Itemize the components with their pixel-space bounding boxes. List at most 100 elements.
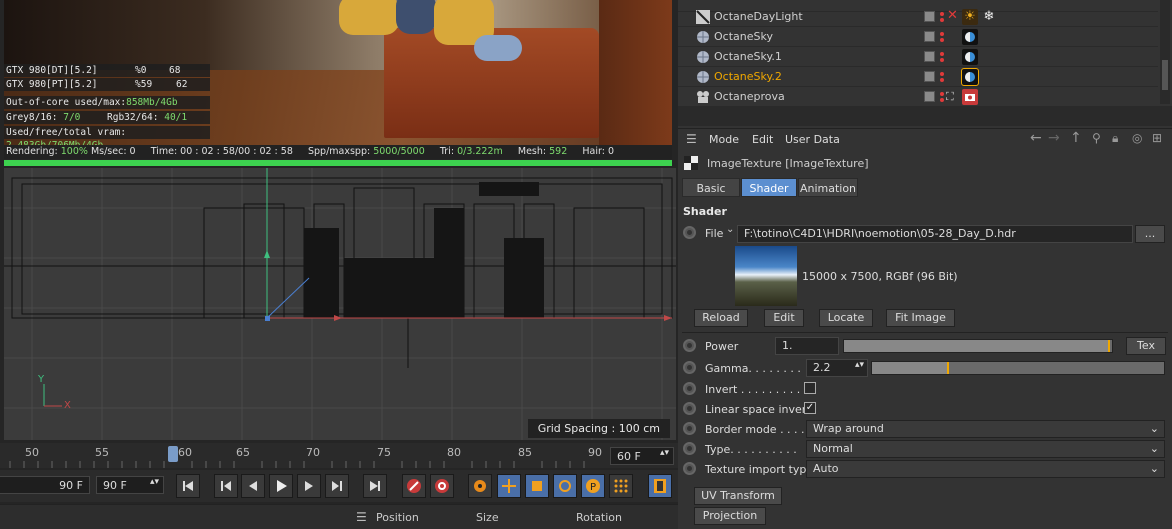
circle-target-icon[interactable]: ◎ [1132, 131, 1142, 145]
file-anim-radio[interactable] [683, 226, 696, 239]
locate-button[interactable]: Locate [819, 309, 873, 327]
lock-icon[interactable]: 🔒︎ [1112, 131, 1118, 146]
end-frame-field[interactable]: 60 F ▴▾ [610, 447, 674, 465]
edit-button[interactable]: Edit [764, 309, 804, 327]
up-arrow-icon[interactable]: ↑ [1070, 130, 1082, 146]
position-key-button[interactable] [497, 474, 521, 498]
gamma-slider[interactable] [871, 361, 1165, 375]
power-slider-handle[interactable] [1108, 340, 1111, 352]
gamma-slider-handle[interactable] [946, 362, 949, 374]
linear-space-checkbox[interactable]: ✓ [804, 402, 816, 414]
forward-arrow-icon[interactable]: → [1048, 130, 1060, 146]
border-mode-select[interactable]: Wrap around ⌄ [806, 420, 1165, 438]
object-row-sky[interactable]: OctaneSky [678, 27, 1158, 47]
disabled-x-icon[interactable]: ✕ [947, 8, 958, 23]
min-frame-field[interactable]: 90 F [0, 476, 90, 494]
power-anim-radio[interactable] [683, 339, 696, 352]
autokey-button[interactable] [430, 474, 454, 498]
type-label: Type. . . . . . . . . . [705, 443, 797, 456]
parameter-key-button[interactable]: P [581, 474, 605, 498]
editor-dot[interactable] [940, 32, 944, 36]
record-button[interactable] [402, 474, 426, 498]
search-icon[interactable]: ⚲ [1092, 131, 1101, 145]
coord-menu-icon[interactable]: ☰ [356, 510, 367, 524]
timeline-tick: 55 [95, 446, 109, 459]
texture-tag-icon-selected[interactable] [961, 68, 979, 86]
fit-image-button[interactable]: Fit Image [886, 309, 955, 327]
timeline-ruler[interactable]: 50 55 60 65 70 75 80 85 90 60 F ▴▾ [0, 443, 678, 468]
texture-tag-icon[interactable] [962, 49, 978, 65]
visibility-toggle[interactable] [924, 71, 935, 82]
border-anim-radio[interactable] [683, 422, 696, 435]
editor-dot[interactable] [940, 72, 944, 76]
object-row-daylight[interactable]: OctaneDayLight ✕ ☀ ❄ [678, 7, 1158, 27]
scale-key-button[interactable] [525, 474, 549, 498]
power-slider[interactable] [843, 339, 1113, 353]
prev-frame-button[interactable] [241, 474, 265, 498]
tab-animation[interactable]: Animation [798, 178, 858, 197]
menu-mode[interactable]: Mode [709, 133, 739, 146]
next-frame-button[interactable] [297, 474, 321, 498]
visibility-toggle[interactable] [924, 11, 935, 22]
back-arrow-icon[interactable]: ← [1030, 130, 1042, 146]
render-dot[interactable] [940, 38, 944, 42]
menu-edit[interactable]: Edit [752, 133, 773, 146]
current-frame-marker[interactable] [168, 446, 178, 462]
rotation-key-button[interactable] [553, 474, 577, 498]
timeline-tick: 90 [588, 446, 602, 459]
tab-basic[interactable]: Basic [682, 178, 740, 197]
goto-end-button[interactable] [363, 474, 387, 498]
texture-tag-icon[interactable] [962, 29, 978, 45]
render-dot[interactable] [940, 18, 944, 22]
goto-start-button[interactable] [176, 474, 200, 498]
prev-key-icon [221, 481, 231, 491]
play-button[interactable] [269, 474, 293, 498]
editor-dot[interactable] [940, 12, 944, 16]
power-input[interactable]: 1. [775, 337, 839, 355]
object-row-camera[interactable]: Octaneprova ⛶ [678, 87, 1158, 107]
texture-import-select[interactable]: Auto ⌄ [806, 460, 1165, 478]
snow-tag-icon[interactable]: ❄ [981, 9, 997, 25]
browse-button[interactable]: ... [1135, 225, 1165, 243]
front-viewport[interactable]: Y X Grid Spacing : 100 cm [4, 168, 676, 440]
target-tag-icon[interactable]: ⛶ [946, 89, 962, 105]
object-row-sky-1[interactable]: OctaneSky.1 [678, 47, 1158, 67]
import-anim-radio[interactable] [683, 462, 696, 475]
tab-shader[interactable]: Shader [741, 178, 797, 197]
reload-button[interactable]: Reload [694, 309, 748, 327]
type-anim-radio[interactable] [683, 442, 696, 455]
visibility-toggle[interactable] [924, 31, 935, 42]
uv-transform-button[interactable]: UV Transform [694, 487, 782, 505]
editor-dot[interactable] [940, 92, 944, 96]
object-scrollbar[interactable] [1160, 0, 1170, 104]
film-button[interactable] [648, 474, 672, 498]
tex-button[interactable]: Tex [1126, 337, 1166, 355]
render-dot[interactable] [940, 98, 944, 102]
linear-anim-radio[interactable] [683, 402, 696, 415]
panel-divider[interactable] [678, 106, 1172, 126]
next-key-button[interactable] [325, 474, 349, 498]
menu-icon[interactable]: ☰ [686, 132, 697, 146]
gamma-input[interactable]: 2.2 ▴▾ [806, 359, 868, 377]
visibility-toggle[interactable] [924, 51, 935, 62]
projection-button[interactable]: Projection [694, 507, 766, 525]
type-select[interactable]: Normal ⌄ [806, 440, 1165, 458]
prev-key-button[interactable] [214, 474, 238, 498]
invert-checkbox[interactable] [804, 382, 816, 394]
camera-tag-icon[interactable] [962, 89, 978, 105]
object-row-sky-2[interactable]: OctaneSky.2 [678, 67, 1158, 87]
file-dropdown-icon[interactable]: ⌄ [726, 224, 734, 235]
gamma-anim-radio[interactable] [683, 361, 696, 374]
editor-dot[interactable] [940, 52, 944, 56]
visibility-toggle[interactable] [924, 91, 935, 102]
sun-tag-icon[interactable]: ☀ [962, 9, 978, 25]
max-frame-field[interactable]: 90 F ▴▾ [96, 476, 164, 494]
menu-user-data[interactable]: User Data [785, 133, 840, 146]
invert-anim-radio[interactable] [683, 382, 696, 395]
point-level-button[interactable] [609, 474, 633, 498]
keyframe-selection-button[interactable] [468, 474, 492, 498]
file-path-input[interactable]: F:\totino\C4D1\HDRI\noemotion\05-28_Day_… [737, 225, 1133, 243]
render-dot[interactable] [940, 78, 944, 82]
render-dot[interactable] [940, 58, 944, 62]
new-panel-icon[interactable]: ⊞ [1152, 131, 1162, 145]
